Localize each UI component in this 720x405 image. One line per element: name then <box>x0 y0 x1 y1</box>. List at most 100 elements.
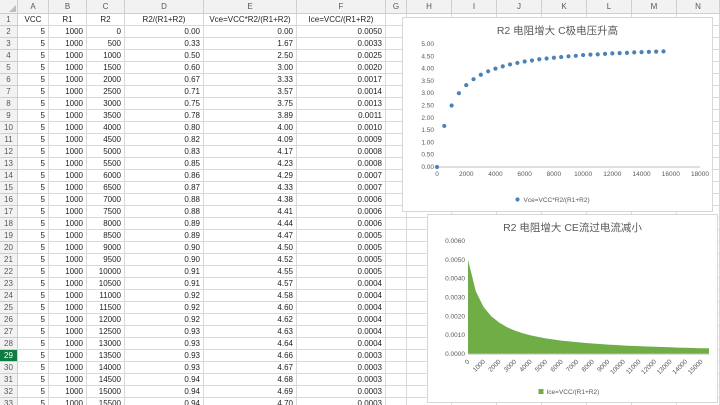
cell-E29[interactable]: 4.66 <box>204 350 297 362</box>
cell-F11[interactable]: 0.0009 <box>297 134 386 146</box>
cell-A4[interactable]: 5 <box>18 50 49 62</box>
cell-E15[interactable]: 4.33 <box>204 182 297 194</box>
cell-D26[interactable]: 0.92 <box>125 314 204 326</box>
cell-E25[interactable]: 4.60 <box>204 302 297 314</box>
column-header-K[interactable]: K <box>542 0 587 14</box>
cell-A14[interactable]: 5 <box>18 170 49 182</box>
column-header-M[interactable]: M <box>632 0 677 14</box>
cell-B28[interactable]: 1000 <box>49 338 87 350</box>
cell-A31[interactable]: 5 <box>18 374 49 386</box>
row-header-9[interactable]: 9 <box>0 110 18 122</box>
row-header-7[interactable]: 7 <box>0 86 18 98</box>
cell-F18[interactable]: 0.0006 <box>297 218 386 230</box>
cell-C28[interactable]: 13000 <box>87 338 125 350</box>
cell-A20[interactable]: 5 <box>18 242 49 254</box>
cell-D31[interactable]: 0.94 <box>125 374 204 386</box>
cell-C27[interactable]: 12500 <box>87 326 125 338</box>
cell-F24[interactable]: 0.0004 <box>297 290 386 302</box>
cell-E26[interactable]: 4.62 <box>204 314 297 326</box>
cell-A25[interactable]: 5 <box>18 302 49 314</box>
cell-E14[interactable]: 4.29 <box>204 170 297 182</box>
cell-D33[interactable]: 0.94 <box>125 398 204 405</box>
cell-A9[interactable]: 5 <box>18 110 49 122</box>
cell-C9[interactable]: 3500 <box>87 110 125 122</box>
row-header-16[interactable]: 16 <box>0 194 18 206</box>
cell-A32[interactable]: 5 <box>18 386 49 398</box>
cell-A30[interactable]: 5 <box>18 362 49 374</box>
cell-A29[interactable]: 5 <box>18 350 49 362</box>
cell-B23[interactable]: 1000 <box>49 278 87 290</box>
cell-F7[interactable]: 0.0014 <box>297 86 386 98</box>
cell-F29[interactable]: 0.0003 <box>297 350 386 362</box>
cell-E3[interactable]: 1.67 <box>204 38 297 50</box>
row-header-13[interactable]: 13 <box>0 158 18 170</box>
cell-E16[interactable]: 4.38 <box>204 194 297 206</box>
cell-C7[interactable]: 2500 <box>87 86 125 98</box>
row-header-3[interactable]: 3 <box>0 38 18 50</box>
cell-E32[interactable]: 4.69 <box>204 386 297 398</box>
cell-A18[interactable]: 5 <box>18 218 49 230</box>
cell-D8[interactable]: 0.75 <box>125 98 204 110</box>
row-header-18[interactable]: 18 <box>0 218 18 230</box>
cell-D4[interactable]: 0.50 <box>125 50 204 62</box>
cell-D18[interactable]: 0.89 <box>125 218 204 230</box>
cell-G26[interactable] <box>386 314 407 326</box>
cell-C32[interactable]: 15000 <box>87 386 125 398</box>
cell-D20[interactable]: 0.90 <box>125 242 204 254</box>
cell-B15[interactable]: 1000 <box>49 182 87 194</box>
cell-D19[interactable]: 0.89 <box>125 230 204 242</box>
cell-C2[interactable]: 0 <box>87 26 125 38</box>
cell-B12[interactable]: 1000 <box>49 146 87 158</box>
cell-C20[interactable]: 9000 <box>87 242 125 254</box>
cell-E23[interactable]: 4.57 <box>204 278 297 290</box>
cell-B24[interactable]: 1000 <box>49 290 87 302</box>
cell-B3[interactable]: 1000 <box>49 38 87 50</box>
cell-E10[interactable]: 4.00 <box>204 122 297 134</box>
cell-F3[interactable]: 0.0033 <box>297 38 386 50</box>
cell-C18[interactable]: 8000 <box>87 218 125 230</box>
cell-E7[interactable]: 3.57 <box>204 86 297 98</box>
cell-E13[interactable]: 4.23 <box>204 158 297 170</box>
cell-F32[interactable]: 0.0003 <box>297 386 386 398</box>
cell-A19[interactable]: 5 <box>18 230 49 242</box>
row-header-29[interactable]: 29 <box>0 350 18 362</box>
row-header-1[interactable]: 1 <box>0 14 18 26</box>
cell-B31[interactable]: 1000 <box>49 374 87 386</box>
column-header-I[interactable]: I <box>452 0 497 14</box>
cell-E8[interactable]: 3.75 <box>204 98 297 110</box>
cell-A7[interactable]: 5 <box>18 86 49 98</box>
cell-F27[interactable]: 0.0004 <box>297 326 386 338</box>
cell-C30[interactable]: 14000 <box>87 362 125 374</box>
cell-A8[interactable]: 5 <box>18 98 49 110</box>
cell-C31[interactable]: 14500 <box>87 374 125 386</box>
cell-D9[interactable]: 0.78 <box>125 110 204 122</box>
cell-B30[interactable]: 1000 <box>49 362 87 374</box>
cell-G25[interactable] <box>386 302 407 314</box>
cell-G29[interactable] <box>386 350 407 362</box>
cell-A13[interactable]: 5 <box>18 158 49 170</box>
cell-F17[interactable]: 0.0006 <box>297 206 386 218</box>
cell-B33[interactable]: 1000 <box>49 398 87 405</box>
cell-F10[interactable]: 0.0010 <box>297 122 386 134</box>
cell-F19[interactable]: 0.0005 <box>297 230 386 242</box>
cell-F8[interactable]: 0.0013 <box>297 98 386 110</box>
row-header-24[interactable]: 24 <box>0 290 18 302</box>
column-header-B[interactable]: B <box>49 0 87 14</box>
cell-C14[interactable]: 6000 <box>87 170 125 182</box>
cell-B22[interactable]: 1000 <box>49 266 87 278</box>
cell-A26[interactable]: 5 <box>18 314 49 326</box>
cell-D25[interactable]: 0.92 <box>125 302 204 314</box>
row-header-17[interactable]: 17 <box>0 206 18 218</box>
cell-D17[interactable]: 0.88 <box>125 206 204 218</box>
cell-F25[interactable]: 0.0004 <box>297 302 386 314</box>
cell-G27[interactable] <box>386 326 407 338</box>
cell-E17[interactable]: 4.41 <box>204 206 297 218</box>
cell-B11[interactable]: 1000 <box>49 134 87 146</box>
cell-E21[interactable]: 4.52 <box>204 254 297 266</box>
cell-E18[interactable]: 4.44 <box>204 218 297 230</box>
cell-C33[interactable]: 15500 <box>87 398 125 405</box>
cell-E33[interactable]: 4.70 <box>204 398 297 405</box>
cell-E24[interactable]: 4.58 <box>204 290 297 302</box>
cell-A33[interactable]: 5 <box>18 398 49 405</box>
cell-D28[interactable]: 0.93 <box>125 338 204 350</box>
